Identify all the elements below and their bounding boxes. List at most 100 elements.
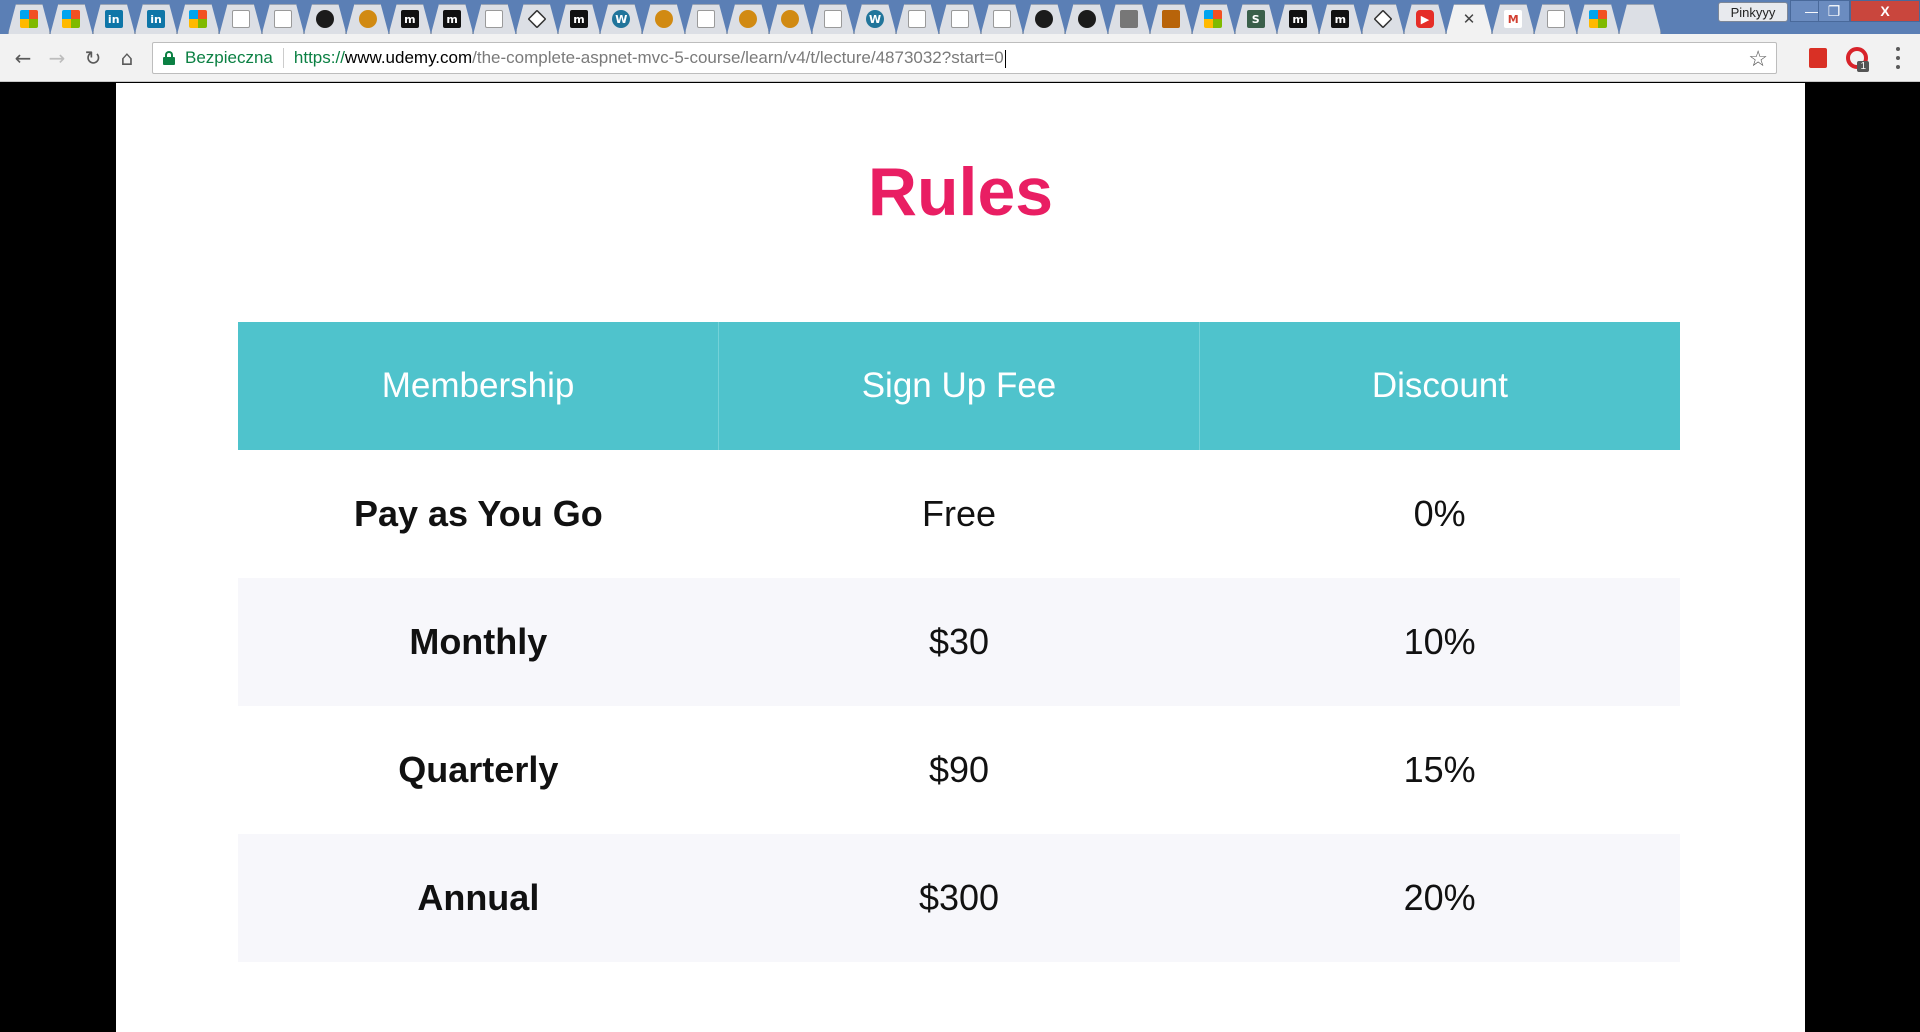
browser-tab[interactable] xyxy=(896,4,938,34)
s-icon: S xyxy=(1246,10,1265,28)
discount-cell: 20% xyxy=(1199,834,1680,962)
table-row: Pay as You Go Free 0% xyxy=(238,450,1680,578)
gold-icon xyxy=(1162,10,1181,28)
bookmark-extension-icon[interactable] xyxy=(1806,46,1830,70)
m-icon: m xyxy=(443,10,462,28)
url-text[interactable]: https://www.udemy.com/the-complete-aspne… xyxy=(294,48,1006,68)
browser-tab[interactable] xyxy=(939,4,981,34)
browser-tab[interactable] xyxy=(981,4,1023,34)
membership-cell: Annual xyxy=(238,834,719,962)
browser-tab[interactable]: m xyxy=(1319,4,1361,34)
home-button[interactable]: ⌂ xyxy=(112,43,142,73)
fee-cell: Free xyxy=(921,493,996,534)
browser-tab[interactable] xyxy=(304,4,346,34)
text-caret xyxy=(1004,49,1006,68)
reload-button[interactable]: ↻ xyxy=(78,43,108,73)
column-header-membership: Membership xyxy=(238,322,720,450)
m-icon: m xyxy=(570,10,588,28)
table-row: Monthly $30 10% xyxy=(238,578,1680,706)
browser-tab[interactable] xyxy=(1577,4,1619,34)
forward-button[interactable]: → xyxy=(42,43,72,73)
browser-tab[interactable]: m xyxy=(1277,4,1319,34)
browser-tab[interactable] xyxy=(219,4,261,34)
browser-tab[interactable] xyxy=(50,4,92,34)
url-scheme: https:// xyxy=(293,48,345,67)
browser-toolbar: ← → ↻ ⌂ Bezpieczna https://www.udemy.com… xyxy=(0,34,1920,82)
discount-cell: 15% xyxy=(1403,749,1476,790)
browser-tab[interactable] xyxy=(1108,4,1150,34)
url-path: /the-complete-aspnet-mvc-5-course/learn/… xyxy=(472,48,1004,67)
close-window-button[interactable]: X xyxy=(1850,0,1920,22)
opera-extension-icon[interactable]: 1 xyxy=(1845,46,1869,72)
column-header-discount: Discount xyxy=(1199,322,1680,450)
browser-tab[interactable]: ▶ xyxy=(1404,4,1446,34)
discount-cell: 10% xyxy=(1199,578,1680,706)
browser-tab[interactable] xyxy=(346,4,388,34)
column-header-signup-fee: Sign Up Fee xyxy=(718,322,1200,450)
browser-tab[interactable]: m xyxy=(558,4,600,34)
browser-tab[interactable] xyxy=(8,4,50,34)
lion-icon xyxy=(739,10,758,28)
youtube-icon: ▶ xyxy=(1415,10,1434,28)
close-tab-icon[interactable]: ✕ xyxy=(1460,10,1478,28)
bookmark-star-icon[interactable]: ☆ xyxy=(1748,46,1768,72)
document-icon xyxy=(273,10,292,28)
profile-button[interactable]: Pinkyyy xyxy=(1718,2,1788,22)
browser-tab[interactable] xyxy=(1534,4,1576,34)
cake-icon xyxy=(992,10,1011,28)
browser-tab[interactable] xyxy=(1192,4,1234,34)
cloud-icon xyxy=(1546,10,1565,28)
browser-tab[interactable]: W xyxy=(854,4,896,34)
lecture-slide: Rules Membership Sign Up Fee Discount Pa… xyxy=(116,83,1805,1032)
tab-active[interactable]: ✕ xyxy=(1446,4,1492,34)
fee-cell: $30 xyxy=(718,578,1200,706)
document-icon xyxy=(823,10,842,28)
m-icon: m xyxy=(400,10,419,28)
gmail-icon: M xyxy=(1504,10,1523,28)
browser-tab[interactable]: W xyxy=(600,4,642,34)
browser-tab[interactable] xyxy=(262,4,304,34)
slide-title: Rules xyxy=(867,154,1054,230)
browser-tab[interactable] xyxy=(177,4,219,34)
browser-tab[interactable]: in xyxy=(93,4,135,34)
browser-tab[interactable] xyxy=(1065,4,1107,34)
browser-tab[interactable] xyxy=(516,4,558,34)
browser-tab[interactable] xyxy=(1150,4,1192,34)
m-icon: m xyxy=(1289,10,1308,28)
maximize-button[interactable]: ❐ xyxy=(1818,0,1850,22)
m-icon: m xyxy=(1331,10,1350,28)
browser-tab[interactable] xyxy=(812,4,854,34)
back-button[interactable]: ← xyxy=(8,43,38,73)
browser-tab[interactable]: M xyxy=(1492,4,1534,34)
browser-tab[interactable] xyxy=(1362,4,1404,34)
gray-grid-icon xyxy=(1119,10,1138,28)
browser-tab[interactable] xyxy=(769,4,811,34)
wordpress-icon: W xyxy=(866,10,885,28)
membership-cell: Pay as You Go xyxy=(353,493,603,534)
browser-tab[interactable] xyxy=(727,4,769,34)
browser-tab[interactable]: m xyxy=(431,4,473,34)
extension-badge-count: 1 xyxy=(1857,61,1869,72)
rules-table: Membership Sign Up Fee Discount Pay as Y… xyxy=(238,322,1680,962)
browser-tab[interactable] xyxy=(685,4,727,34)
lock-icon xyxy=(163,51,175,65)
table-row: Annual $300 20% xyxy=(238,834,1680,962)
github-icon xyxy=(316,10,335,28)
page-viewport: Rules Membership Sign Up Fee Discount Pa… xyxy=(0,83,1920,1032)
document-icon xyxy=(231,10,250,28)
browser-tab[interactable] xyxy=(642,4,684,34)
browser-tab[interactable]: m xyxy=(389,4,431,34)
browser-tab[interactable]: in xyxy=(135,4,177,34)
document-icon xyxy=(950,10,969,28)
browser-tab[interactable] xyxy=(473,4,515,34)
address-bar[interactable]: Bezpieczna https://www.udemy.com/the-com… xyxy=(152,42,1777,74)
github-icon xyxy=(1077,10,1096,28)
fee-cell: $300 xyxy=(718,834,1200,962)
browser-menu-icon[interactable] xyxy=(1888,45,1908,71)
browser-tab[interactable] xyxy=(1619,4,1661,34)
diamond-icon xyxy=(527,9,547,29)
document-icon xyxy=(696,10,715,28)
browser-tab[interactable] xyxy=(1023,4,1065,34)
browser-tab[interactable]: S xyxy=(1235,4,1277,34)
url-host: www.udemy.com xyxy=(344,48,473,67)
